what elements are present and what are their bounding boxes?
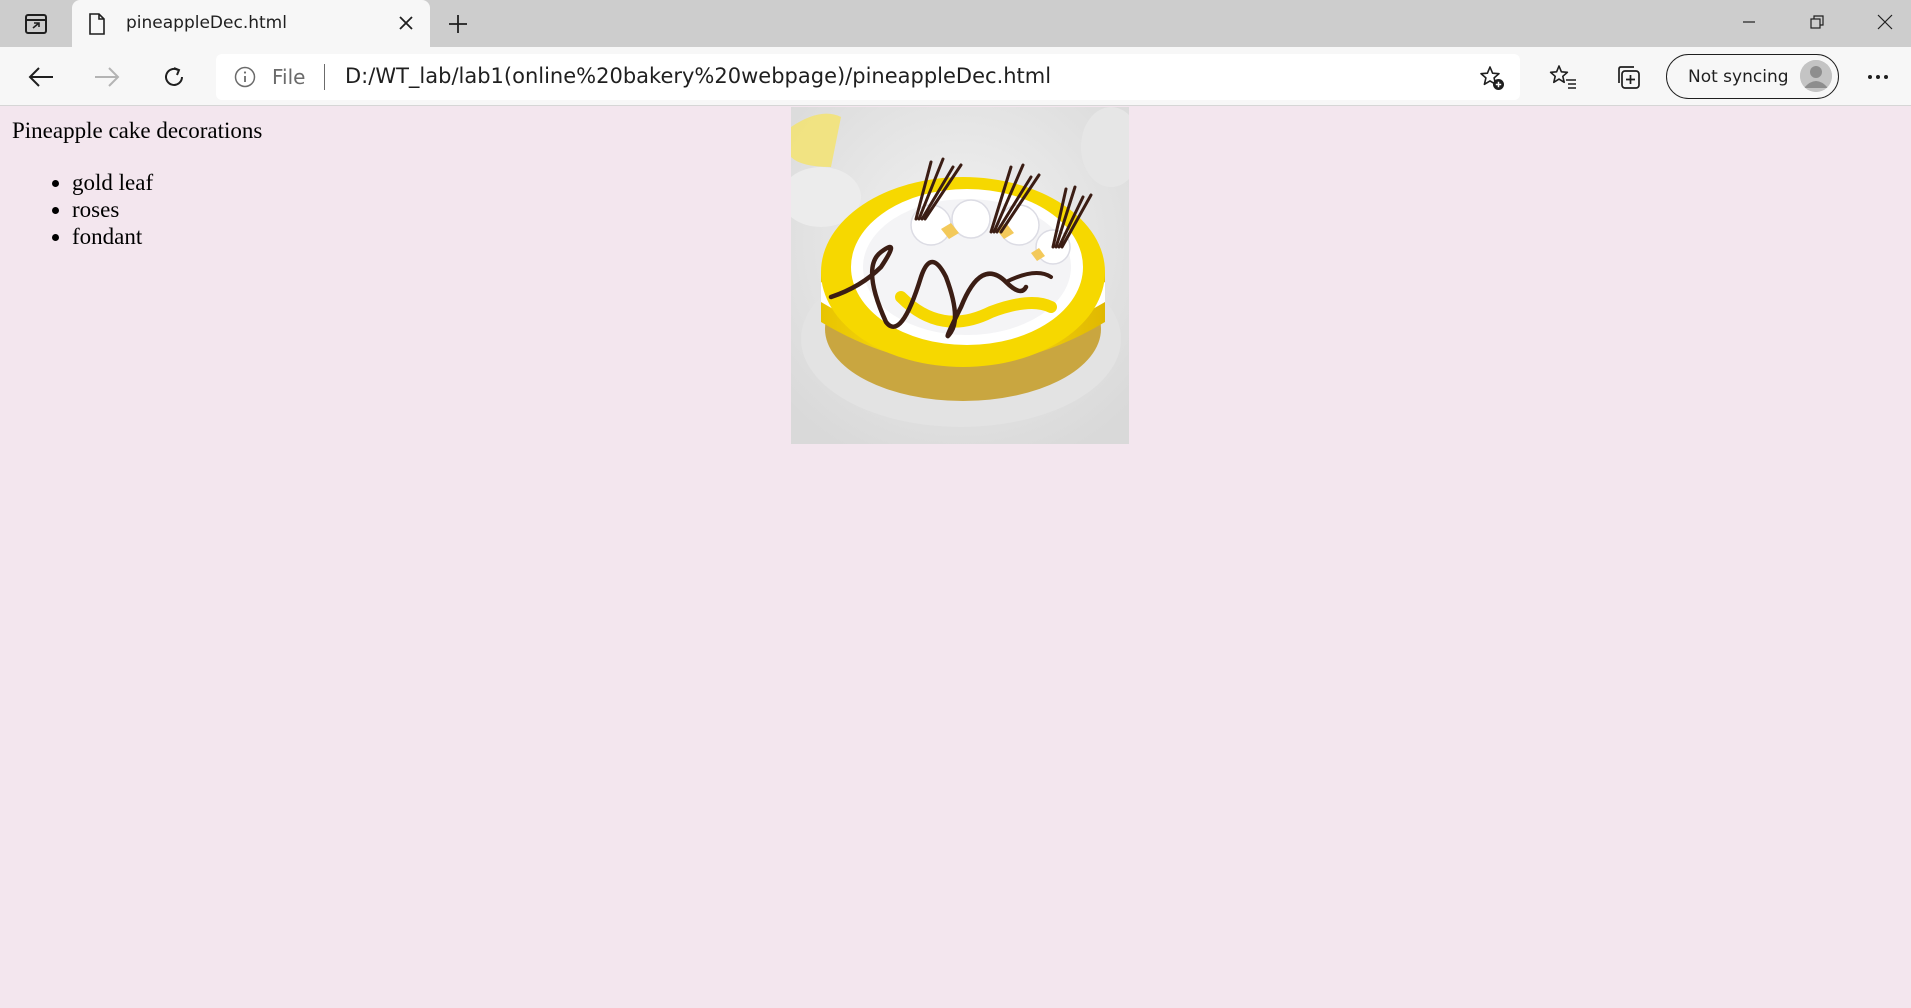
list-item: fondant <box>51 223 153 250</box>
file-icon <box>89 13 105 35</box>
minimize-button[interactable] <box>1715 0 1783 44</box>
address-separator <box>324 64 325 90</box>
close-icon <box>399 16 413 30</box>
forward-button[interactable] <box>85 55 129 99</box>
decorations-list: gold leaf roses fondant <box>51 169 154 250</box>
tab-strip: pineappleDec.html <box>0 0 1911 47</box>
add-favorite-button[interactable] <box>1478 64 1506 92</box>
address-scheme-label: File <box>272 65 306 89</box>
close-window-button[interactable] <box>1851 0 1911 44</box>
list-item: gold leaf <box>51 170 154 195</box>
tab-actions-icon <box>25 14 47 34</box>
page-heading: Pineapple cake decorations <box>12 118 263 143</box>
list-item: roses <box>51 196 153 223</box>
favorites-button[interactable] <box>1541 55 1585 99</box>
info-icon[interactable] <box>234 66 256 88</box>
refresh-button[interactable] <box>152 55 196 99</box>
navigation-toolbar: File D:/WT_lab/lab1(online%20bakery%20we… <box>0 47 1911 106</box>
collections-button[interactable] <box>1606 55 1650 99</box>
more-button[interactable] <box>1856 55 1900 99</box>
collections-icon <box>1618 66 1640 89</box>
add-favorite-icon <box>1480 66 1504 90</box>
tab-actions-button[interactable] <box>14 8 58 40</box>
close-window-icon <box>1877 14 1893 30</box>
new-tab-button[interactable] <box>442 8 474 40</box>
tab-close-button[interactable] <box>394 11 418 35</box>
plus-icon <box>449 15 467 33</box>
sync-status-label: Not syncing <box>1688 67 1789 87</box>
back-button[interactable] <box>19 55 63 99</box>
profile-avatar-icon <box>1800 60 1832 92</box>
more-icon <box>1868 75 1888 79</box>
restore-button[interactable] <box>1783 0 1851 44</box>
forward-arrow-icon <box>95 67 120 87</box>
active-tab[interactable]: pineappleDec.html <box>72 0 430 47</box>
pineapple-cake-image <box>791 107 1129 444</box>
tab-title: pineappleDec.html <box>126 13 287 33</box>
minimize-icon <box>1743 21 1755 23</box>
page-content: Pineapple cake decorations gold leaf ros… <box>0 107 1911 1008</box>
refresh-icon <box>165 67 183 86</box>
address-url[interactable]: D:/WT_lab/lab1(online%20bakery%20webpage… <box>345 64 1051 88</box>
back-arrow-icon <box>28 67 53 87</box>
address-bar[interactable]: File D:/WT_lab/lab1(online%20bakery%20we… <box>216 54 1520 100</box>
favorites-icon <box>1549 65 1576 89</box>
profile-sync-button[interactable]: Not syncing <box>1666 54 1839 99</box>
restore-icon <box>1810 15 1824 29</box>
